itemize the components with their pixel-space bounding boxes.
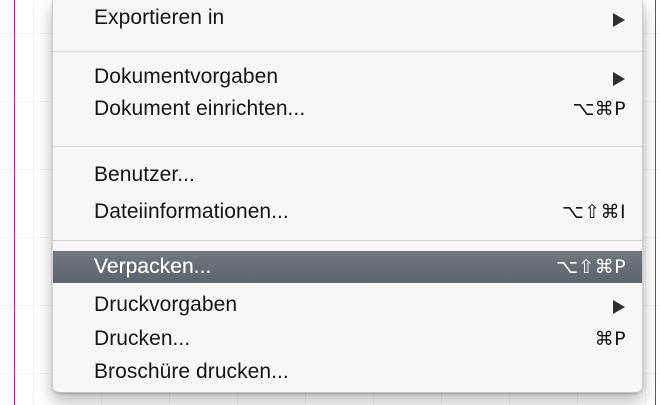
keyboard-shortcut: ⌥⇧⌘P: [556, 256, 626, 278]
menu-item-label: Dokument einrichten...: [94, 97, 306, 120]
menu-item-label: Dateiinformationen...: [94, 200, 289, 223]
menu-item-dokument-einrichten[interactable]: Dokument einrichten... ⌥⌘P: [53, 93, 642, 125]
menu-item-label: Verpacken...: [94, 255, 212, 278]
menu-item-benutzer[interactable]: Benutzer...: [53, 159, 642, 191]
menu-item-broschuere-drucken[interactable]: Broschüre drucken...: [53, 356, 642, 388]
menu-separator: [53, 146, 642, 147]
menu-item-dokumentvorgaben[interactable]: Dokumentvorgaben: [53, 61, 642, 93]
menu-item-label: Drucken...: [94, 327, 191, 350]
submenu-arrow-icon: [613, 13, 625, 27]
submenu-arrow-icon: [613, 300, 625, 314]
submenu-arrow-icon: [613, 72, 625, 86]
menu-item-verpacken[interactable]: Verpacken... ⌥⇧⌘P: [53, 251, 642, 283]
menu-item-label: Benutzer...: [94, 163, 195, 186]
file-menu-dropdown: Exportieren in Dokumentvorgaben Dokument…: [52, 0, 643, 393]
keyboard-shortcut: ⌥⌘P: [572, 98, 626, 120]
guide-line-left: [14, 0, 15, 405]
guide-line-right: [655, 0, 656, 405]
menu-item-drucken[interactable]: Drucken... ⌘P: [53, 323, 642, 355]
keyboard-shortcut: ⌘P: [594, 328, 626, 350]
menu-item-label: Druckvorgaben: [94, 293, 238, 316]
menu-separator: [53, 51, 642, 52]
menu-item-dateiinformationen[interactable]: Dateiinformationen... ⌥⇧⌘I: [53, 196, 642, 228]
menu-item-exportieren-in[interactable]: Exportieren in: [53, 2, 642, 34]
keyboard-shortcut: ⌥⇧⌘I: [561, 201, 626, 223]
menu-item-label: Broschüre drucken...: [94, 360, 289, 383]
menu-item-label: Dokumentvorgaben: [94, 65, 279, 88]
menu-separator: [53, 240, 642, 241]
menu-item-label: Exportieren in: [94, 6, 225, 29]
menu-item-druckvorgaben[interactable]: Druckvorgaben: [53, 289, 642, 321]
